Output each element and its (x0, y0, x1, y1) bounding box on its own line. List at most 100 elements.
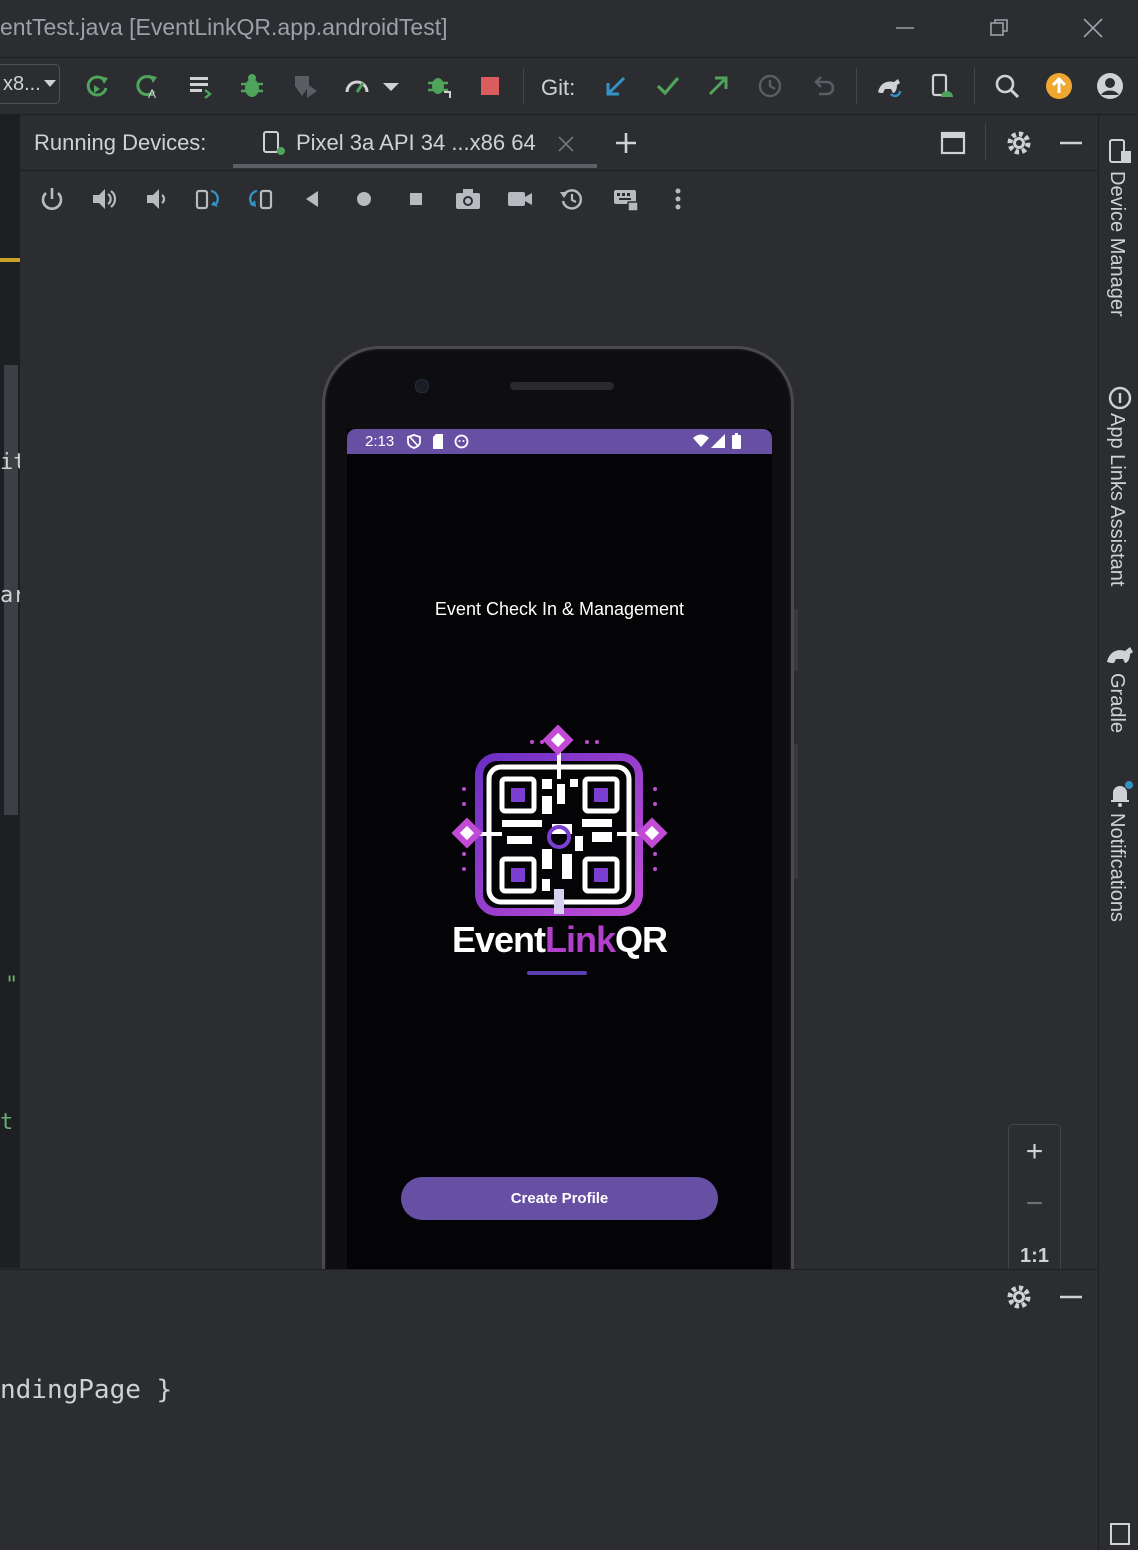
screen-record-button[interactable] (500, 179, 540, 219)
device-manager-tool[interactable]: Device Manager (1099, 135, 1138, 335)
profile-button[interactable] (285, 66, 325, 106)
device-android-icon (931, 73, 953, 97)
status-time: 2:13 (365, 433, 395, 450)
app-links-tool[interactable]: App Links Assistant (1099, 383, 1138, 603)
back-triangle-icon (306, 191, 318, 207)
volume-key (794, 744, 798, 879)
toolbar-separator (974, 68, 975, 104)
clock-icon (758, 74, 782, 98)
snapshot-button[interactable] (552, 179, 592, 219)
device-tab[interactable]: Pixel 3a API 34 ...x86 64 (233, 115, 598, 170)
attach-debugger-button[interactable] (420, 66, 460, 106)
logo-text-event: Event (451, 919, 546, 960)
android-face-icon (454, 434, 469, 449)
chevron-down-icon (43, 80, 56, 87)
logo-wordmark: EventLinkQR (442, 919, 677, 961)
editor-strip: it ar " t (0, 115, 27, 1268)
wifi-icon (693, 434, 709, 447)
code-fragment: t (0, 1110, 14, 1135)
bottom-panel-body: ndingPage } (0, 1323, 1098, 1550)
search-icon (995, 74, 1020, 99)
git-commit-button[interactable] (648, 66, 688, 106)
add-icon[interactable] (614, 131, 638, 155)
gradle-tool[interactable]: Gradle (1099, 638, 1138, 748)
logo-text-qr: QR (615, 919, 668, 960)
device-screen[interactable]: 2:13 Event Check In & Management EventLi… (347, 429, 772, 1316)
rerun-button[interactable] (77, 66, 117, 106)
volume-down-icon (147, 189, 166, 209)
snapshot-restore-icon (560, 189, 583, 210)
device-manager-icon (1109, 139, 1131, 163)
status-bar: 2:13 (347, 429, 772, 454)
logo-underline (527, 971, 587, 975)
rerun-icon (86, 75, 108, 97)
git-history-button[interactable] (750, 66, 790, 106)
camera-icon (456, 189, 480, 209)
close-icon[interactable] (557, 135, 575, 153)
create-profile-button[interactable]: Create Profile (401, 1177, 718, 1220)
qr-logo-icon (451, 724, 668, 916)
restore-icon (990, 19, 1008, 36)
gradle-elephant-icon (1107, 647, 1133, 663)
device-tab-label: Pixel 3a API 34 ...x86 64 (296, 130, 536, 155)
volume-up-button[interactable] (84, 179, 124, 219)
back-button[interactable] (292, 179, 332, 219)
power-button[interactable] (32, 179, 72, 219)
minimize-button[interactable] (885, 10, 925, 46)
device-manager-button[interactable] (921, 66, 961, 106)
close-icon (1083, 18, 1103, 38)
gear-icon[interactable] (1005, 1283, 1033, 1311)
keyboard-button[interactable] (606, 179, 646, 219)
overview-square-icon (410, 193, 422, 205)
apply-changes-button[interactable]: A (127, 66, 167, 106)
power-icon (41, 188, 63, 210)
git-push-button[interactable] (698, 66, 738, 106)
overview-button[interactable] (396, 179, 436, 219)
device-manager-label: Device Manager (1106, 171, 1128, 317)
running-devices-label: Running Devices: (34, 130, 207, 155)
arrow-up-right-icon (708, 76, 728, 96)
coverage-button[interactable] (337, 66, 377, 106)
logo-text-link: Link (545, 919, 616, 960)
bell-icon (1111, 781, 1133, 807)
panel-toggle-icon[interactable] (1109, 1520, 1131, 1546)
ide-update-button[interactable] (1039, 66, 1079, 106)
minimize-panel-icon[interactable] (1058, 131, 1084, 155)
main-toolbar: x8... A Git: (0, 58, 1138, 115)
run-list-button[interactable] (181, 66, 221, 106)
running-devices-panel: Running Devices: Pixel 3a API 34 ...x86 … (20, 115, 1098, 1381)
restore-button[interactable] (979, 10, 1019, 46)
more-options-button[interactable] (658, 179, 698, 219)
gear-icon[interactable] (1005, 129, 1033, 157)
power-key (794, 609, 798, 671)
zoom-out-button[interactable]: − (1009, 1179, 1060, 1229)
zoom-in-button[interactable]: + (1009, 1127, 1060, 1177)
header-separator (985, 123, 986, 161)
home-circle-icon (357, 192, 371, 206)
run-config-combo[interactable]: x8... (0, 64, 60, 104)
rotate-left-button[interactable] (188, 179, 228, 219)
more-vertical-icon (675, 188, 681, 210)
git-rollback-button[interactable] (803, 66, 843, 106)
coverage-dropdown[interactable] (376, 66, 406, 106)
notifications-tool[interactable]: Notifications (1099, 778, 1138, 938)
earpiece-speaker (510, 382, 614, 390)
gradle-sync-button[interactable] (869, 66, 909, 106)
account-button[interactable] (1090, 66, 1130, 106)
rotate-right-icon (249, 189, 273, 210)
search-everywhere-button[interactable] (987, 66, 1027, 106)
home-button[interactable] (344, 179, 384, 219)
screenshot-button[interactable] (448, 179, 488, 219)
git-update-button[interactable] (596, 66, 636, 106)
app-links-label: App Links Assistant (1106, 413, 1128, 587)
volume-down-button[interactable] (136, 179, 176, 219)
window-layout-icon[interactable] (940, 130, 966, 156)
rotate-right-button[interactable] (240, 179, 280, 219)
gradle-label: Gradle (1106, 673, 1128, 734)
debug-button[interactable] (232, 66, 272, 106)
close-window-button[interactable] (1073, 10, 1113, 46)
minimize-panel-icon[interactable] (1058, 1285, 1084, 1309)
device-display-area: 2:13 Event Check In & Management EventLi… (20, 227, 1098, 1381)
git-label: Git: (541, 75, 576, 100)
stop-button[interactable] (470, 66, 510, 106)
